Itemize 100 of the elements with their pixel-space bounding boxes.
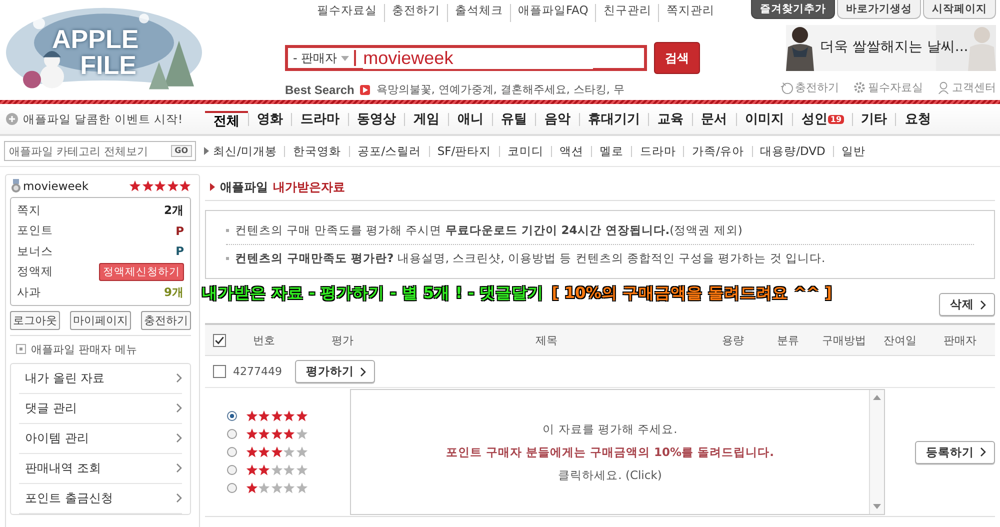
chevron-icon [980,447,986,457]
stat-value: P [176,224,184,238]
category-tab[interactable]: 애니 [448,112,492,126]
top-link[interactable]: 애플파일FAQ [510,4,596,22]
chevron-icon [176,493,182,503]
subcategory-link[interactable]: SF/판타지 [428,146,499,156]
column-header: 용량 [721,332,745,348]
checkbox[interactable] [212,334,226,346]
top-tab[interactable]: 시작페이지 [923,0,996,19]
category-tab[interactable]: 휴대기기 [578,112,648,126]
account-button[interactable]: 로그아웃 [10,310,60,330]
radio-button[interactable] [227,465,237,475]
go-button[interactable]: GO [170,145,192,157]
radio-button[interactable] [227,429,237,439]
star-icon [166,180,178,192]
stat-value: 9개 [164,284,184,300]
top-link[interactable]: 필수자료실 [310,4,384,22]
category-tab[interactable]: 교육 [648,112,692,126]
star-icon [283,482,295,494]
star-icon [283,464,295,476]
menu-item[interactable]: 판매내역 조회 [19,454,182,484]
column-header: 제목 [534,332,558,348]
radio-button[interactable] [227,411,237,421]
menu-item[interactable]: 댓글 관리 [19,394,182,424]
star-icon [179,180,191,192]
category-tab[interactable]: 영화 [248,112,292,126]
subcategory-link[interactable]: 드라마 [631,146,684,156]
star-icon [283,446,295,458]
comment-hint: 이 자료를 평가해 주세요. [542,422,678,436]
chevron-icon [176,403,182,413]
category-tab[interactable]: 문서 [692,112,736,126]
category-tab[interactable]: 동영상 [348,112,404,126]
chevron-icon [176,373,182,383]
subcategory-link[interactable]: 액션 [550,146,592,156]
scrollbar[interactable] [869,390,884,514]
util-link[interactable]: 필수자료실 [853,80,923,95]
stat-label: 보너스 [17,244,53,259]
category-tab[interactable]: 요청 [895,112,940,126]
top-link[interactable]: 출석체크 [447,4,510,22]
category-tab[interactable]: 드라마 [291,112,348,126]
chevron-icon [176,463,182,473]
star-icon [258,428,270,440]
rate-button[interactable]: 평가하기 [295,360,375,383]
star-icon [296,446,308,458]
comment-box[interactable]: 이 자료를 평가해 주세요. 포인트 구매자 분들에게는 구매금액의 10%를 돌려드립니다. 클릭하세요. (Click) [350,389,885,515]
star-icon [283,428,295,440]
top-tab[interactable]: 바로가기생성 [837,0,921,19]
chevron-icon [176,433,182,443]
subcategory-link[interactable]: 대용량/DVD [752,146,833,156]
stat-value: P [176,244,184,258]
caret-icon [341,56,350,60]
subcategory-link[interactable]: 공포/스릴러 [348,146,429,156]
plus-icon [6,113,18,125]
top-link[interactable]: 충전하기 [384,4,447,22]
stat-label: 사과 [17,284,41,300]
category-tab[interactable]: 유틸 [492,112,536,126]
delete-button[interactable]: 삭제 [939,293,995,316]
radio-button[interactable] [227,447,237,457]
top-link[interactable]: 쪽지관리 [658,4,722,22]
category-tab[interactable]: 이미지 [736,112,792,126]
up-arrow-icon[interactable] [873,395,881,400]
subcategory-link[interactable]: 한국영화 [284,146,349,156]
search-field[interactable]: - 판매자 movieweek [285,45,647,71]
star-icon [142,180,154,192]
checkbox[interactable] [212,365,226,378]
category-tab[interactable]: 게임 [404,112,448,126]
subcategory-link[interactable]: 일반 [832,146,874,156]
table-cell-text: 4277449 [233,365,283,378]
menu-item[interactable]: 포인트 출금신청 [19,484,182,514]
account-button[interactable]: 마이페이지 [70,310,131,330]
category-tab[interactable]: 성인 19 [792,112,852,126]
star-icon [246,464,258,476]
star-icon [154,180,166,192]
subcategory-link[interactable]: 가족/유아 [683,146,752,156]
radio-button[interactable] [227,483,237,493]
category-tab[interactable]: 음악 [535,112,579,126]
username: movieweek [23,179,89,193]
menu-item[interactable]: 내가 올린 자료 [19,364,182,394]
best-search-terms[interactable]: 욕망의불꽃, 연예가중계, 결혼해주세요, 스타킹, 무 [376,82,624,97]
submit-button[interactable]: 등록하기 [915,440,995,464]
util-link[interactable]: 충전하기 [780,80,839,95]
subscription-button[interactable]: 정액제신청하기 [99,262,184,281]
menu-item[interactable]: 아이템 관리 [19,424,182,454]
category-tab[interactable]: 전체 [205,110,248,128]
account-button[interactable]: 충전하기 [141,310,191,330]
stat-label: 정액제 [17,264,53,280]
chevron-icon [360,366,366,376]
scope-dropdown[interactable]: - 판매자 [288,50,350,66]
search-button[interactable]: 검색 [654,42,700,74]
top-tab[interactable]: 즐겨찾기추가 [751,0,835,19]
top-link[interactable]: 친구관리 [595,4,658,22]
event-link[interactable]: 애플파일 달콤한 이벤트 시작! [23,112,183,126]
star-icon [296,410,308,422]
category-search-field[interactable]: 애플파일 카테고리 전체보기 GO [4,141,196,161]
subcategory-link[interactable]: 멜로 [591,146,632,156]
category-tab[interactable]: 기타 [852,112,896,126]
down-arrow-icon[interactable] [873,504,881,509]
subcategory-link[interactable]: 최신/미개봉 [211,146,284,156]
subcategory-link[interactable]: 코미디 [498,146,551,156]
util-link[interactable]: 고객센터 [937,80,996,95]
